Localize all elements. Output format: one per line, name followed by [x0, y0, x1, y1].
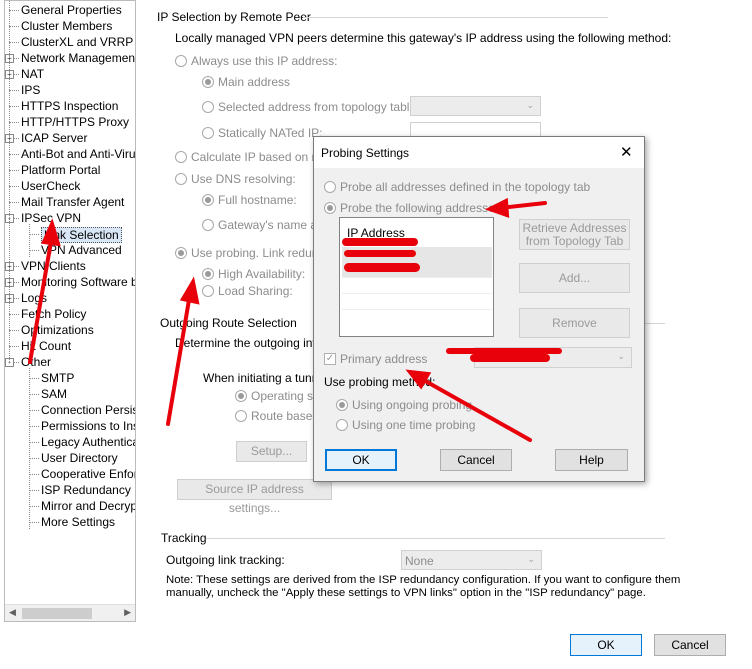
annotation-arrow	[418, 376, 532, 442]
arrowhead-icon	[405, 369, 432, 390]
arrowhead-icon	[179, 276, 200, 305]
annotation-arrow	[166, 292, 192, 426]
arrowhead-icon	[484, 197, 510, 218]
annotation-arrows	[28, 197, 547, 442]
annotation-arrow	[28, 234, 54, 364]
arrowhead-icon	[41, 218, 61, 247]
